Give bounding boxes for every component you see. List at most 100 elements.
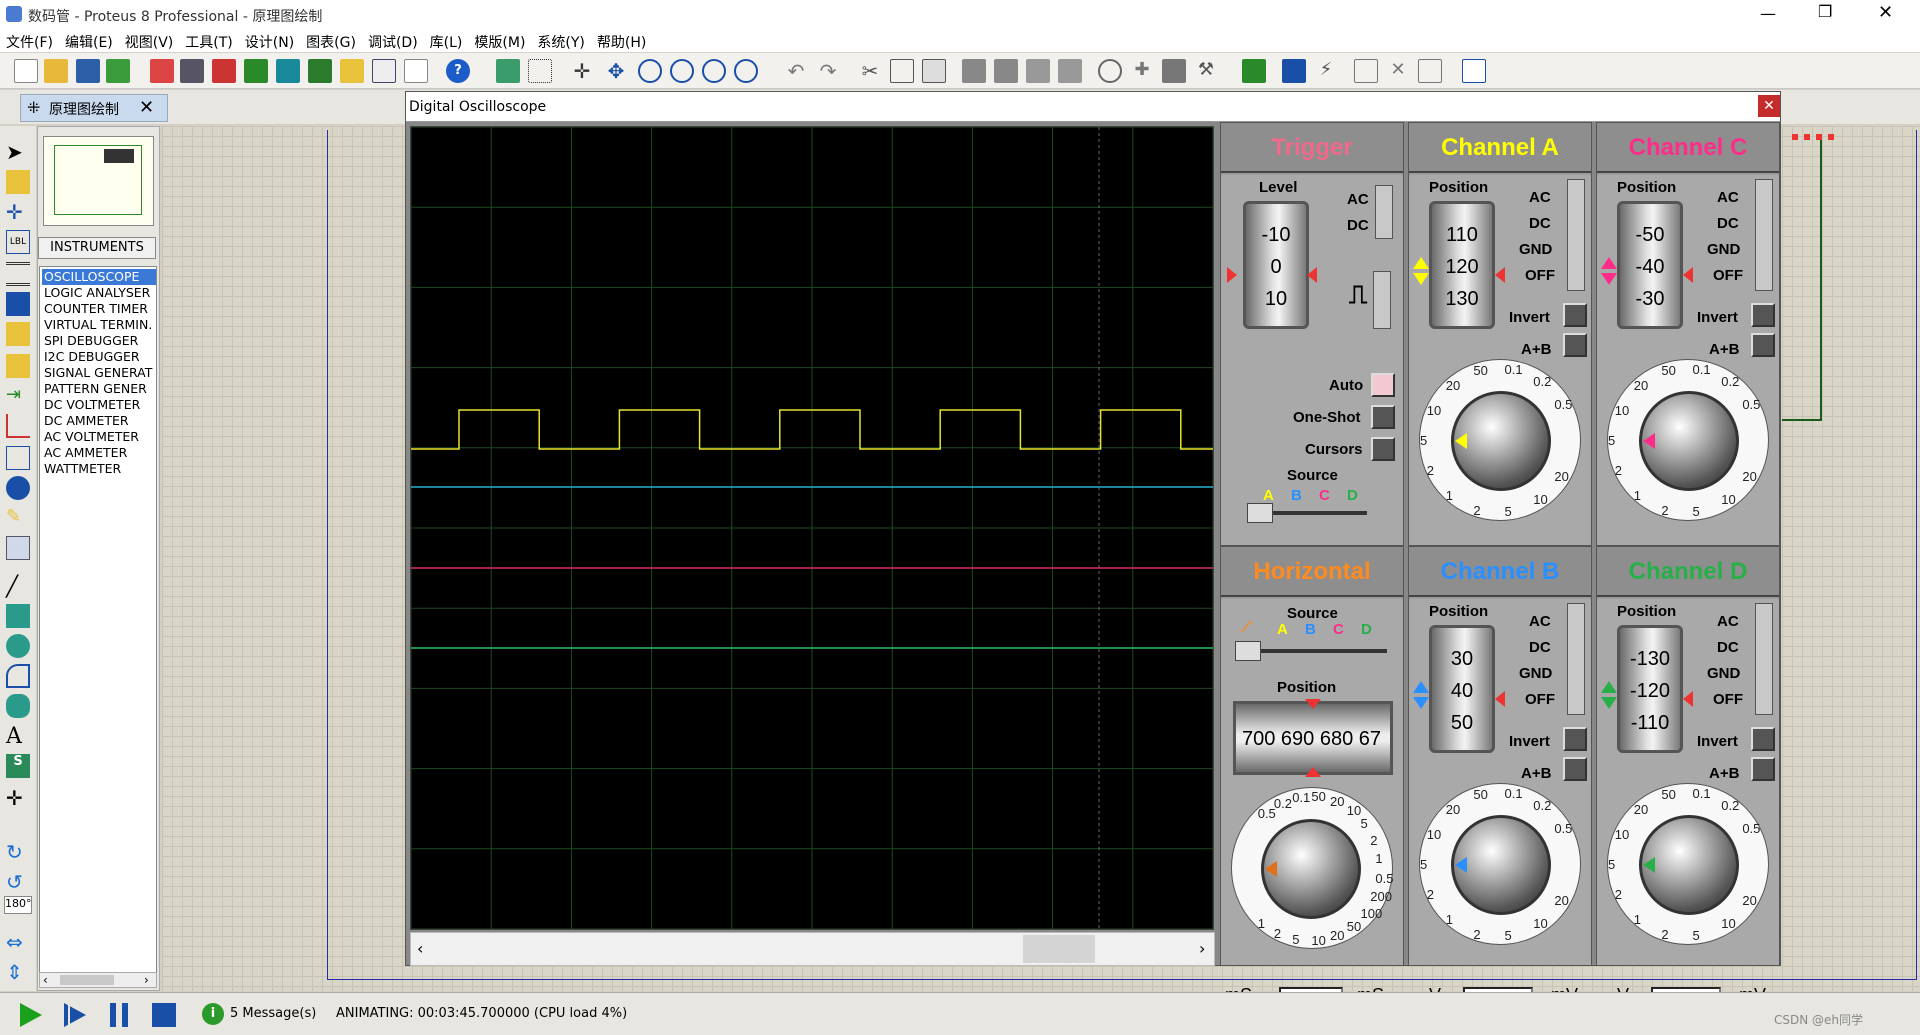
oneshot-button[interactable] <box>1371 405 1395 429</box>
copy-icon[interactable] <box>890 59 914 83</box>
import-icon[interactable] <box>106 59 130 83</box>
buses-icon[interactable] <box>6 292 30 316</box>
exit-parent-icon[interactable] <box>1418 59 1442 83</box>
wire-autorouter-icon[interactable] <box>1242 59 1266 83</box>
tape-recorder-icon[interactable] <box>6 446 30 470</box>
component-mode-icon[interactable] <box>6 170 30 194</box>
instrument-item[interactable]: VIRTUAL TERMIN. <box>42 317 156 333</box>
minimize-button[interactable]: — <box>1760 4 1776 23</box>
decompose-icon[interactable]: ⚒ <box>1194 59 1218 83</box>
osc-close-button[interactable]: ✕ <box>1758 95 1780 117</box>
new-file-icon[interactable] <box>14 59 38 83</box>
channel-c-coupling-switch[interactable] <box>1755 179 1773 291</box>
channel-d-aplusb-button[interactable] <box>1751 757 1775 781</box>
cut-icon[interactable]: ✂ <box>858 59 882 83</box>
dollar-icon[interactable] <box>340 59 364 83</box>
list-hscroll[interactable]: ‹ › <box>39 972 157 988</box>
channel-a-coupling-switch[interactable] <box>1567 179 1585 291</box>
terminals-icon[interactable] <box>6 354 30 378</box>
trigger-source-thumb[interactable] <box>1247 503 1273 523</box>
osc-scroll-thumb[interactable] <box>1023 935 1095 963</box>
graph-mode-icon[interactable] <box>6 414 30 438</box>
close-window-button[interactable]: ✕ <box>1878 2 1893 23</box>
pick-device-icon[interactable] <box>1098 59 1122 83</box>
generator-icon[interactable] <box>6 476 30 500</box>
bom-icon[interactable] <box>308 59 332 83</box>
menu-system[interactable]: 系统(Y) <box>531 30 590 54</box>
edit-script-icon[interactable] <box>1462 59 1486 83</box>
channel-b-coupling-switch[interactable] <box>1567 603 1585 715</box>
source-code-icon[interactable] <box>372 59 396 83</box>
block-rotate-icon[interactable] <box>1026 59 1050 83</box>
step-icon[interactable] <box>64 1003 86 1027</box>
undo-icon[interactable]: ↶ <box>784 59 808 83</box>
instrument-item[interactable]: AC VOLTMETER <box>42 429 156 445</box>
restore-button[interactable]: ❐ <box>1818 2 1832 21</box>
instrument-item[interactable]: WATTMETER <box>42 461 156 477</box>
instrument-item[interactable]: LOGIC ANALYSER <box>42 285 156 301</box>
channel-d-invert-button[interactable] <box>1751 727 1775 751</box>
circle-tool-icon[interactable] <box>6 634 30 658</box>
device-pins-icon[interactable]: ⇥ <box>6 384 30 408</box>
instrument-item[interactable]: PATTERN GENER <box>42 381 156 397</box>
save-icon[interactable] <box>76 59 100 83</box>
text-script-icon[interactable] <box>6 262 30 286</box>
grid-icon[interactable] <box>528 59 552 83</box>
auto-button[interactable] <box>1371 373 1395 397</box>
scroll-left-icon[interactable]: ‹ <box>43 973 48 987</box>
pan-icon[interactable]: ✥ <box>604 59 628 83</box>
subcircuit-icon[interactable] <box>6 322 30 346</box>
play-icon[interactable] <box>20 1003 42 1027</box>
instrument-item[interactable]: I2C DEBUGGER <box>42 349 156 365</box>
osc-scroll-right-icon[interactable]: › <box>1199 939 1205 958</box>
text-tool-icon[interactable]: A <box>6 724 30 749</box>
channel-b-position-drum[interactable]: 30 40 50 <box>1429 625 1495 753</box>
instrument-item[interactable]: OSCILLOSCOPE <box>42 269 156 285</box>
flip-vertical-icon[interactable]: ⇕ <box>6 960 30 984</box>
channel-c-invert-button[interactable] <box>1751 303 1775 327</box>
menu-design[interactable]: 设计(N) <box>239 30 300 54</box>
channel-d-coupling-switch[interactable] <box>1755 603 1773 715</box>
instrument-item[interactable]: SPI DEBUGGER <box>42 333 156 349</box>
selection-mode-icon[interactable]: ➤ <box>6 140 30 164</box>
zoom-all-icon[interactable] <box>702 59 726 83</box>
horizontal-source-thumb[interactable] <box>1235 641 1261 661</box>
scroll-right-icon[interactable]: › <box>144 973 149 987</box>
instrument-item[interactable]: SIGNAL GENERAT <box>42 365 156 381</box>
channel-a-invert-button[interactable] <box>1563 303 1587 327</box>
virtual-instruments-icon[interactable] <box>6 536 30 560</box>
osc-hscroll[interactable]: ‹ › <box>410 932 1215 966</box>
instrument-item[interactable]: DC VOLTMETER <box>42 397 156 413</box>
menu-view[interactable]: 视图(V) <box>119 30 180 54</box>
zoom-area-icon[interactable] <box>734 59 758 83</box>
arc-tool-icon[interactable] <box>6 664 30 688</box>
pcb-icon[interactable] <box>212 59 236 83</box>
pause-icon[interactable] <box>110 1003 128 1027</box>
search-tag-icon[interactable] <box>1282 59 1306 83</box>
block-copy-icon[interactable] <box>962 59 986 83</box>
symbol-tool-icon[interactable]: S <box>6 754 30 778</box>
trigger-level-drum[interactable]: -10 0 10 <box>1243 201 1309 329</box>
path-tool-icon[interactable] <box>6 694 30 718</box>
trigger-coupling-switch[interactable] <box>1375 185 1393 239</box>
osc-scroll-left-icon[interactable]: ‹ <box>417 939 423 958</box>
voltage-probe-icon[interactable]: ✎ <box>6 506 30 530</box>
rotate-ccw-icon[interactable]: ↺ <box>6 870 30 894</box>
box-tool-icon[interactable] <box>6 604 30 628</box>
make-device-icon[interactable]: ✚ <box>1130 59 1154 83</box>
marker-tool-icon[interactable]: ✛ <box>6 786 30 810</box>
remove-sheet-icon[interactable]: ✕ <box>1386 59 1410 83</box>
junction-dot-icon[interactable]: ✛ <box>6 200 30 224</box>
instruments-list[interactable]: INSTRUMENTS OSCILLOSCOPE LOGIC ANALYSER CO… <box>38 237 157 973</box>
document-icon[interactable] <box>404 59 428 83</box>
open-folder-icon[interactable] <box>44 59 68 83</box>
menu-graph[interactable]: 图表(G) <box>300 30 362 54</box>
schematic-icon[interactable] <box>180 59 204 83</box>
gerber-icon[interactable] <box>276 59 300 83</box>
horizontal-position-drum[interactable]: 700 690 680 67 <box>1233 701 1393 775</box>
menu-debug[interactable]: 调试(D) <box>362 30 424 54</box>
block-delete-icon[interactable] <box>1058 59 1082 83</box>
line-tool-icon[interactable]: ╱ <box>6 574 30 598</box>
property-assign-icon[interactable]: ⚡ <box>1314 59 1338 83</box>
menu-help[interactable]: 帮助(H) <box>591 30 652 54</box>
